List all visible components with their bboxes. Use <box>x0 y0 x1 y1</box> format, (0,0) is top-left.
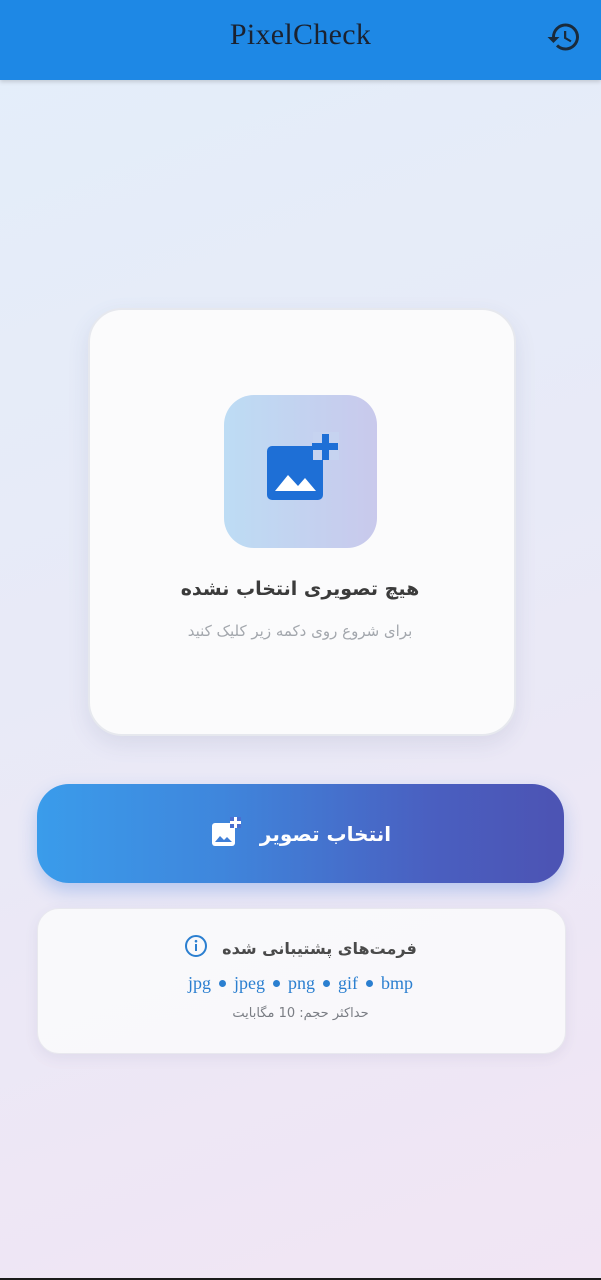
info-icon <box>184 934 208 962</box>
format-item: png <box>288 973 315 993</box>
history-icon <box>546 19 582 59</box>
select-image-button[interactable]: انتخاب تصویر <box>37 784 564 883</box>
format-item: gif <box>338 973 358 993</box>
format-item: bmp <box>381 973 414 993</box>
format-item: jpeg <box>234 973 265 993</box>
format-item: jpg <box>187 973 211 993</box>
supported-formats-list: jpg jpeg png gif bmp <box>0 973 601 994</box>
separator-dot <box>323 980 330 987</box>
separator-dot <box>366 980 373 987</box>
separator-dot <box>219 980 226 987</box>
empty-state-hint: برای شروع روی دکمه زیر کلیک کنید <box>187 622 413 640</box>
add-photo-icon <box>261 430 341 514</box>
image-placeholder <box>224 395 377 548</box>
app-bar: PixelCheck <box>0 0 601 80</box>
supported-formats-header: فرمت‌های پشتیبانی شده <box>0 934 601 962</box>
app-title: PixelCheck <box>229 18 372 51</box>
select-image-label: انتخاب تصویر <box>259 821 392 846</box>
separator-dot <box>273 980 280 987</box>
max-file-size: حداکثر حجم: 10 مگابایت <box>232 1006 369 1021</box>
add-photo-icon <box>210 816 242 852</box>
history-button[interactable] <box>543 18 585 60</box>
supported-formats-title: فرمت‌های پشتیبانی شده <box>222 938 417 958</box>
empty-state-title: هیچ تصویری انتخاب نشده <box>180 578 420 600</box>
